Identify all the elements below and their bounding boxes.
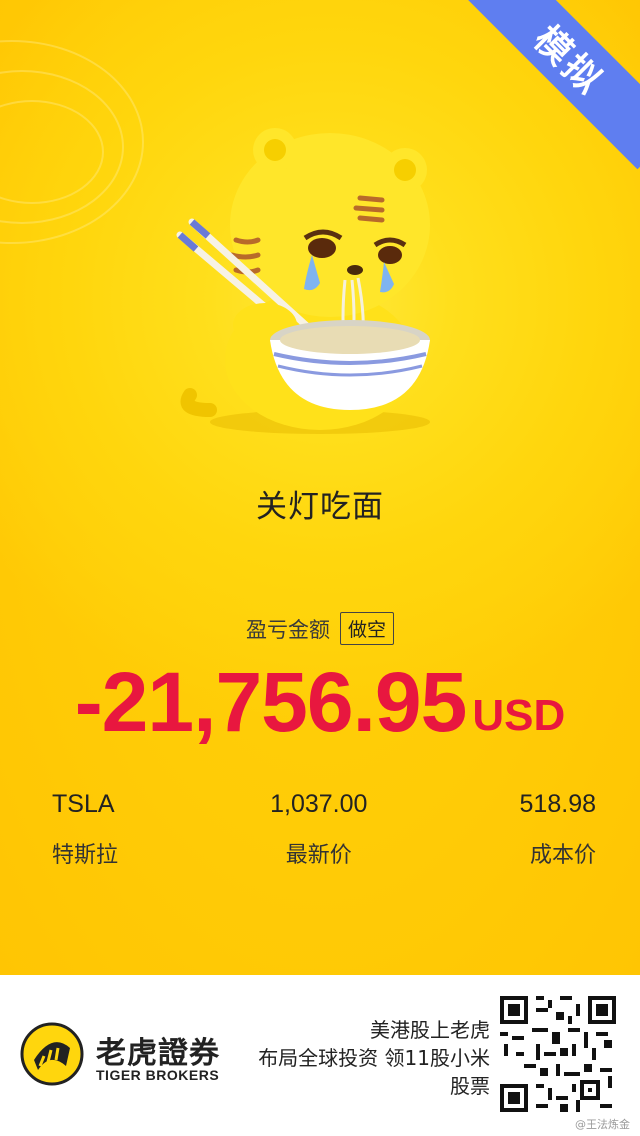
qr-code[interactable]	[500, 996, 616, 1112]
ticker-name: 特斯拉	[52, 843, 119, 868]
cost-price-stat: 518.98 成本价	[520, 790, 596, 869]
pnl-label: 盈亏金额	[245, 617, 330, 642]
mood-caption: 关灯吃面	[256, 489, 384, 525]
promo-line: 美港股上老虎	[370, 1018, 490, 1042]
latest-price-label: 最新价	[285, 843, 352, 868]
cost-price-label: 成本价	[529, 843, 596, 868]
pnl-amount: -21,756.95	[74, 655, 468, 749]
simulation-badge-label: 模拟	[525, 18, 612, 105]
promo-line: 股票	[450, 1074, 490, 1098]
brand-name-en: TIGER BROKERS	[96, 1067, 220, 1083]
pnl-amount-row: -21,756.95 USD	[0, 660, 640, 744]
ticker-stat: TSLA 特斯拉	[52, 790, 118, 869]
latest-price-value: 1,037.00	[270, 790, 368, 818]
position-side-tag: 做空	[339, 612, 394, 645]
position-stats: TSLA 特斯拉 1,037.00 最新价 518.98 成本价	[52, 790, 596, 869]
cost-price-value: 518.98	[519, 790, 596, 818]
latest-price-stat: 1,037.00 最新价	[270, 790, 367, 869]
simulation-badge: 模拟	[460, 0, 640, 170]
promo-text: 美港股上老虎 布局全球投资 领11股小米 股票	[258, 1016, 490, 1100]
promo-line: 布局全球投资 领11股小米	[258, 1046, 490, 1070]
share-poster: 模拟 关灯吃面 盈亏金额 做空 -21,756.95 USD TSLA 特斯拉 …	[0, 0, 640, 975]
watermark: @王法炼金	[575, 1118, 630, 1131]
pnl-label-row: 盈亏金额 做空	[0, 612, 640, 645]
brand-name-cn: 老虎證券	[96, 1036, 220, 1071]
tiger-logo-icon	[20, 1022, 84, 1086]
crying-tiger-mascot	[176, 128, 430, 434]
ticker-symbol: TSLA	[52, 790, 115, 818]
pnl-currency: USD	[472, 691, 566, 740]
